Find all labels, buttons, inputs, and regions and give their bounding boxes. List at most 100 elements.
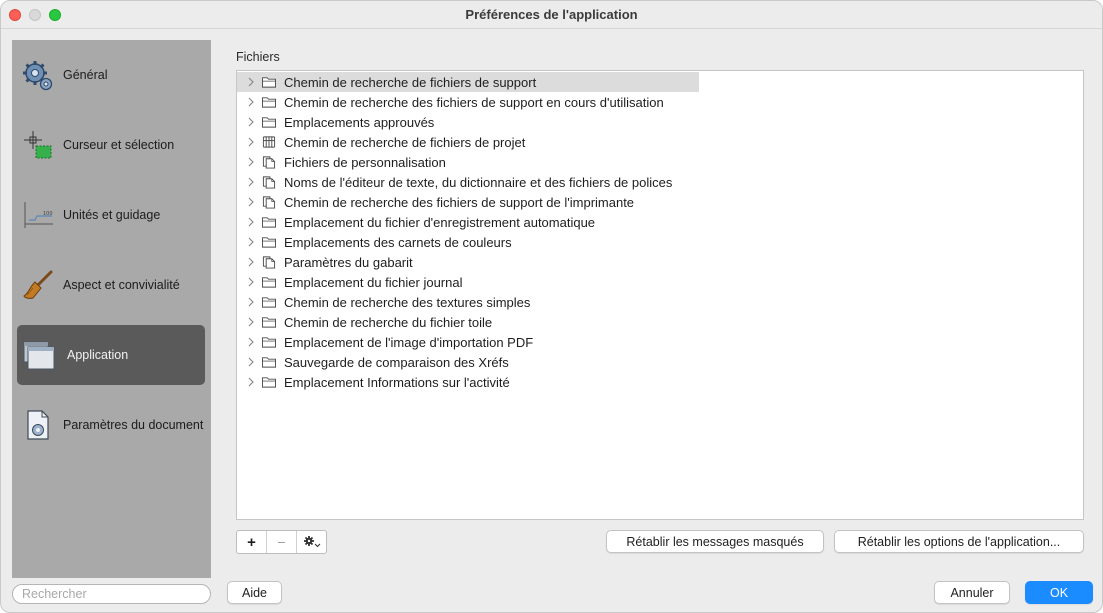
folder-icon: [262, 337, 276, 348]
sidebar-item-label: Application: [67, 347, 129, 362]
tree-row[interactable]: Emplacements approuvés: [237, 112, 434, 132]
search-input[interactable]: [12, 584, 211, 604]
remove-button-label: −: [277, 534, 286, 550]
disclosure-chevron-icon[interactable]: [244, 217, 258, 227]
window-title: Préférences de l'application: [465, 7, 638, 22]
windows-icon: [23, 341, 55, 370]
files-icon: [262, 256, 276, 269]
tree-row[interactable]: Chemin de recherche du fichier toile: [237, 312, 492, 332]
tree-row-label: Chemin de recherche des textures simples: [284, 294, 531, 310]
folder-icon: [262, 377, 276, 388]
tree-row-label: Sauvegarde de comparaison des Xréfs: [284, 354, 509, 370]
settings-menu-button[interactable]: [297, 531, 326, 553]
tree-row[interactable]: Chemin de recherche de fichiers de proje…: [237, 132, 525, 152]
section-title: Fichiers: [236, 50, 280, 64]
folder-icon: [262, 357, 276, 368]
disclosure-chevron-icon[interactable]: [244, 277, 258, 287]
sidebar-item-label: Paramètres du document: [63, 417, 204, 432]
tree-row-label: Emplacements des carnets de couleurs: [284, 234, 512, 250]
folder-icon: [262, 117, 276, 128]
disclosure-chevron-icon[interactable]: [244, 97, 258, 107]
tree-row-label: Chemin de recherche des fichiers de supp…: [284, 194, 635, 210]
folder-icon: [262, 297, 276, 308]
sidebar-item-document-settings[interactable]: Paramètres du document: [17, 395, 205, 455]
tree-row-label: Emplacement de l'image d'importation PDF: [284, 334, 534, 350]
sidebar-item-look-feel[interactable]: Aspect et convivialité: [17, 255, 205, 315]
tree-row-label: Chemin de recherche des fichiers de supp…: [284, 94, 664, 110]
disclosure-chevron-icon[interactable]: [244, 137, 258, 147]
tree-row-label: Chemin de recherche de fichiers de suppo…: [284, 74, 537, 90]
add-button-label: +: [247, 533, 256, 551]
sidebar-item-cursor-selection[interactable]: Curseur et sélection: [17, 115, 205, 175]
remove-button[interactable]: −: [267, 531, 297, 553]
disclosure-chevron-icon[interactable]: [244, 317, 258, 327]
tree-row[interactable]: Chemin de recherche des textures simples: [237, 292, 530, 312]
tree-row-label: Emplacement du fichier journal: [284, 274, 463, 290]
disclosure-chevron-icon[interactable]: [244, 177, 258, 187]
sidebar-item-label: Général: [63, 67, 108, 82]
tree-row-label: Emplacement du fichier d'enregistrement …: [284, 214, 596, 230]
tree-row[interactable]: Sauvegarde de comparaison des Xréfs: [237, 352, 509, 372]
tree-row-label: Chemin de recherche du fichier toile: [284, 314, 493, 330]
brush-icon: [23, 270, 53, 299]
gears-icon: [23, 61, 53, 91]
sidebar-item-application[interactable]: Application: [17, 325, 205, 385]
project-icon: [262, 136, 276, 148]
files-icon: [262, 176, 276, 189]
folder-icon: [262, 317, 276, 328]
disclosure-chevron-icon[interactable]: [244, 77, 258, 87]
cancel-button[interactable]: Annuler: [934, 581, 1010, 604]
files-icon: [262, 196, 276, 209]
tree-row[interactable]: Emplacement du fichier d'enregistrement …: [237, 212, 595, 232]
sidebar-item-units-guidance[interactable]: 100 Unités et guidage: [17, 185, 205, 245]
folder-icon: [262, 217, 276, 228]
add-button[interactable]: +: [237, 531, 267, 553]
cursor-selection-icon: [24, 131, 52, 159]
folder-icon: [262, 77, 276, 88]
sidebar: Général Curseur et sélection 100 Unités …: [12, 40, 211, 578]
gear-chevron-icon: [303, 536, 320, 548]
folder-icon: [262, 97, 276, 108]
tree-row[interactable]: Chemin de recherche des fichiers de supp…: [237, 92, 664, 112]
tree-row-label: Chemin de recherche de fichiers de proje…: [284, 134, 526, 150]
tree-row-label: Emplacements approuvés: [284, 114, 435, 130]
disclosure-chevron-icon[interactable]: [244, 357, 258, 367]
disclosure-chevron-icon[interactable]: [244, 197, 258, 207]
tree-row[interactable]: Paramètres du gabarit: [237, 252, 413, 272]
sidebar-item-general[interactable]: Général: [17, 45, 205, 105]
tree-row[interactable]: Emplacement du fichier journal: [237, 272, 462, 292]
tree-row[interactable]: Emplacements des carnets de couleurs: [237, 232, 512, 252]
title-bar: Préférences de l'application: [1, 1, 1102, 29]
tree-row-label: Emplacement Informations sur l'activité: [284, 374, 510, 390]
disclosure-chevron-icon[interactable]: [244, 297, 258, 307]
tree-row[interactable]: Noms de l'éditeur de texte, du dictionna…: [237, 172, 672, 192]
tree-tools: + −: [236, 530, 327, 554]
files-tree[interactable]: Chemin de recherche de fichiers de suppo…: [236, 70, 1084, 520]
tree-row-label: Noms de l'éditeur de texte, du dictionna…: [284, 174, 673, 190]
preferences-window: Préférences de l'application Général Cur…: [0, 0, 1103, 613]
sidebar-item-label: Aspect et convivialité: [63, 277, 180, 292]
tree-row[interactable]: Fichiers de personnalisation: [237, 152, 446, 172]
disclosure-chevron-icon[interactable]: [244, 117, 258, 127]
svg-text:100: 100: [43, 211, 53, 217]
tree-row[interactable]: Chemin de recherche des fichiers de supp…: [237, 192, 634, 212]
tree-row-label: Paramètres du gabarit: [284, 254, 413, 270]
reset-application-options-button[interactable]: Rétablir les options de l'application...: [834, 530, 1084, 553]
disclosure-chevron-icon[interactable]: [244, 337, 258, 347]
document-settings-icon: [27, 410, 49, 440]
disclosure-chevron-icon[interactable]: [244, 377, 258, 387]
sidebar-item-label: Unités et guidage: [63, 207, 161, 222]
disclosure-chevron-icon[interactable]: [244, 257, 258, 267]
tree-row[interactable]: Emplacement de l'image d'importation PDF: [237, 332, 533, 352]
ruler-icon: 100: [24, 202, 53, 228]
folder-icon: [262, 237, 276, 248]
tree-row[interactable]: Chemin de recherche de fichiers de suppo…: [237, 72, 699, 92]
reset-hidden-messages-button[interactable]: Rétablir les messages masqués: [606, 530, 824, 553]
tree-row[interactable]: Emplacement Informations sur l'activité: [237, 372, 510, 392]
tree-row-label: Fichiers de personnalisation: [284, 154, 446, 170]
disclosure-chevron-icon[interactable]: [244, 237, 258, 247]
sidebar-item-label: Curseur et sélection: [63, 137, 175, 152]
help-button[interactable]: Aide: [227, 581, 282, 604]
ok-button[interactable]: OK: [1025, 581, 1093, 604]
disclosure-chevron-icon[interactable]: [244, 157, 258, 167]
